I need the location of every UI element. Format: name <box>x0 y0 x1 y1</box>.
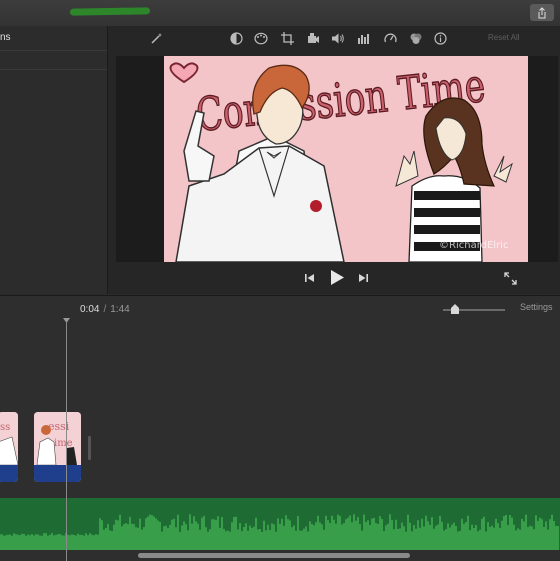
clip-bottom-band <box>0 465 18 482</box>
share-button[interactable] <box>530 4 554 21</box>
preview-artwork: Confession Time ©RichardElric <box>164 56 528 262</box>
speed-icon[interactable] <box>382 30 398 46</box>
playhead-line[interactable] <box>66 321 67 561</box>
waveform-bars <box>0 514 559 550</box>
audio-waveform <box>0 514 559 550</box>
play-icon[interactable] <box>329 269 345 286</box>
browser-row <box>0 50 107 70</box>
info-icon[interactable] <box>432 30 448 46</box>
browser-tab[interactable]: ns <box>0 26 107 51</box>
crop-icon[interactable] <box>279 30 295 46</box>
playback-controls <box>108 264 560 294</box>
color-balance-icon[interactable] <box>228 30 244 46</box>
total-duration: 1:44 <box>110 304 130 315</box>
volume-icon[interactable] <box>330 30 346 46</box>
title-bar <box>0 0 560 27</box>
time-separator: / <box>103 304 107 315</box>
video-clip-selected[interactable]: essi ime <box>34 412 81 482</box>
svg-text:ime: ime <box>54 438 73 449</box>
reset-all-button[interactable]: Reset All <box>488 33 520 42</box>
preview-stage: Confession Time ©RichardElric <box>116 56 558 262</box>
share-icon <box>538 6 546 18</box>
timecode: 0:04/1:44 <box>80 304 130 315</box>
clip-thumbnail: essiime <box>34 412 81 466</box>
clip-trim-handle[interactable] <box>88 436 91 460</box>
video-frame[interactable]: Confession Time ©RichardElric <box>164 56 528 262</box>
media-browser: ns <box>0 26 108 294</box>
svg-text:ss: ss <box>0 422 10 433</box>
magic-wand-icon[interactable] <box>148 30 164 46</box>
zoom-slider-knob[interactable] <box>451 304 459 314</box>
skip-back-icon[interactable] <box>304 272 316 284</box>
clip-bottom-band <box>34 465 81 482</box>
equalizer-icon[interactable] <box>356 30 372 46</box>
adjustment-toolbar: Reset All <box>108 26 560 52</box>
timeline: 0:04/1:44 Settings ss essi ime <box>0 295 560 561</box>
viewer: Reset All Confession Time <box>108 26 560 294</box>
timeline-scrollbar[interactable] <box>138 553 410 558</box>
current-time: 0:04 <box>80 304 100 315</box>
expand-icon[interactable] <box>504 272 517 285</box>
preview-watermark: ©RichardElric <box>439 240 508 251</box>
video-clip-previous[interactable]: ss <box>0 412 18 482</box>
filter-icon[interactable] <box>408 30 424 46</box>
redacted-title <box>69 7 151 16</box>
skip-forward-icon[interactable] <box>357 272 369 284</box>
settings-button[interactable]: Settings <box>520 302 553 312</box>
stabilization-camera-icon[interactable] <box>304 30 320 46</box>
clip-thumbnail: ss <box>0 412 18 466</box>
audio-track[interactable] <box>0 498 560 550</box>
palette-icon[interactable] <box>253 30 269 46</box>
